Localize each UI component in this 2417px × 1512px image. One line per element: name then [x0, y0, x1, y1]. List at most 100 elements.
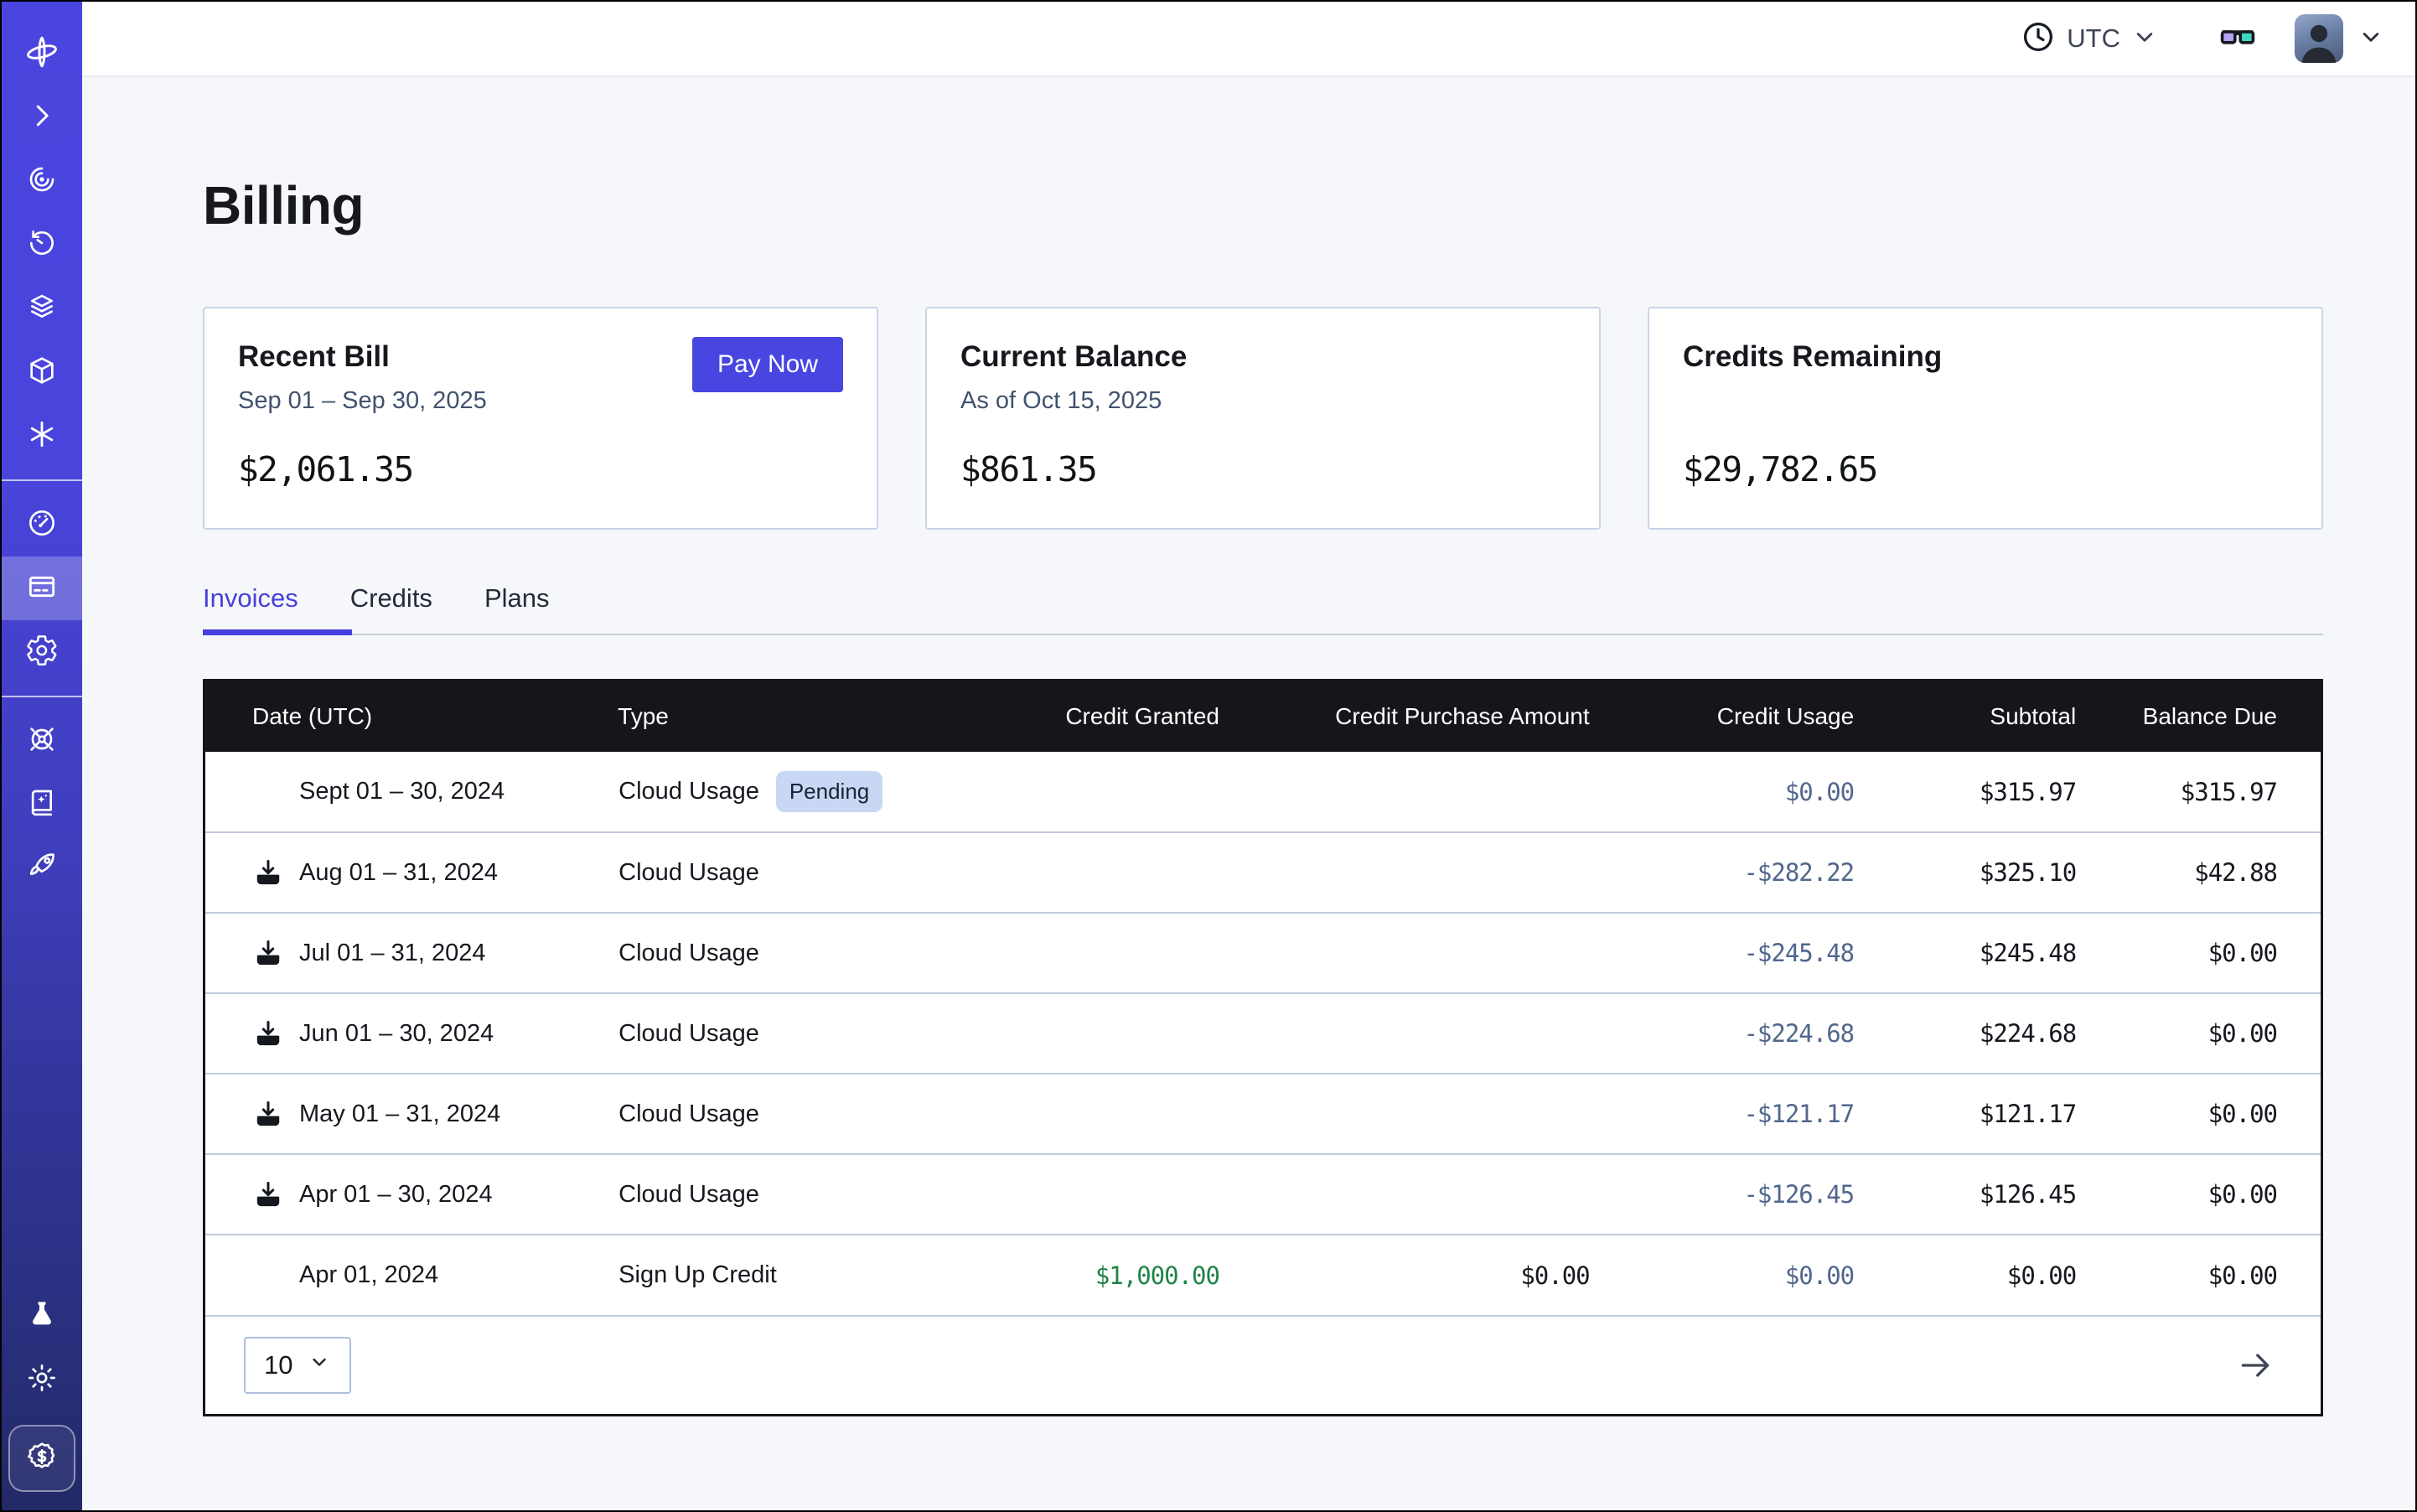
download-invoice-icon[interactable] — [252, 1178, 284, 1210]
sidebar-item-billing[interactable] — [2, 557, 82, 620]
usage-meter-icon — [25, 506, 59, 544]
tab-plans[interactable]: Plans — [484, 583, 550, 634]
logo-icon — [23, 34, 60, 75]
timezone-selector[interactable]: UTC — [2020, 18, 2159, 60]
sidebar-item-cube[interactable] — [2, 340, 82, 404]
credit-granted-cell — [988, 1154, 1263, 1235]
credit-purchase-cell — [1263, 913, 1633, 993]
sidebar-item-usage[interactable] — [2, 493, 82, 557]
invoice-period: May 01 – 31, 2024 — [299, 1100, 500, 1128]
reader-mode-button[interactable] — [2218, 17, 2258, 61]
recent-bill-card: Recent Bill Sep 01 – Sep 30, 2025 Pay No… — [203, 307, 878, 530]
tab-invoices[interactable]: Invoices — [203, 583, 298, 634]
invoice-type: Cloud Usage — [618, 940, 759, 966]
invoice-type: Cloud Usage — [618, 859, 759, 886]
invoice-row: May 01 – 31, 2024Cloud Usage-$121.17$121… — [205, 1074, 2321, 1154]
fleet-wheel-icon — [25, 722, 59, 760]
theme-sun-icon — [25, 1361, 59, 1399]
download-invoice-icon[interactable] — [252, 937, 284, 969]
table-footer: 10 — [205, 1315, 2321, 1414]
billing-page: UTC Billing Recent Bill Sep 0 — [0, 0, 2417, 1512]
status-badge: Pending — [776, 771, 882, 812]
sidebar-divider — [2, 479, 82, 481]
chevron-down-icon — [308, 1350, 331, 1380]
invoice-period: Jul 01 – 31, 2024 — [299, 940, 486, 967]
credit-usage-cell: $0.00 — [1633, 1235, 1898, 1315]
chevron-right-icon — [25, 99, 59, 137]
credit-usage-cell: -$282.22 — [1633, 832, 1898, 913]
invoice-row: Aug 01 – 31, 2024 Cloud Usage -$282.22$325… — [205, 832, 2321, 913]
pay-now-button[interactable]: Pay Now — [692, 337, 843, 392]
card-title: Recent Bill — [238, 340, 487, 374]
invoice-period: Jun 01 – 30, 2024 — [299, 1020, 494, 1048]
sidebar-divider — [2, 696, 82, 697]
credit-usage-cell: $0.00 — [1633, 752, 1898, 832]
card-subtitle: Sep 01 – Sep 30, 2025 — [238, 387, 487, 417]
sidebar-item-credits[interactable] — [8, 1425, 75, 1492]
account-menu-button[interactable] — [2357, 23, 2385, 55]
credit-purchase-cell — [1263, 1074, 1633, 1154]
credit-usage-cell: -$245.48 — [1633, 913, 1898, 993]
labs-flask-icon — [25, 1297, 59, 1335]
glasses-icon — [2218, 17, 2258, 61]
download-invoice-icon[interactable] — [252, 1017, 284, 1049]
sidebar-item-observability[interactable] — [2, 149, 82, 213]
summary-cards: Recent Bill Sep 01 – Sep 30, 2025 Pay No… — [203, 307, 2323, 530]
sidebar-item-getting-started[interactable] — [2, 836, 82, 900]
sidebar-item-docs[interactable] — [2, 773, 82, 836]
rocket-icon — [25, 850, 59, 888]
subtotal-cell: $126.45 — [1897, 1154, 2119, 1235]
invoice-period: Sept 01 – 30, 2024 — [299, 778, 505, 805]
invoice-type: Cloud Usage — [618, 1020, 759, 1047]
table-header-row: Date (UTC) Type Credit Granted Credit Pu… — [205, 681, 2321, 752]
column-header-credit-granted: Credit Granted — [988, 681, 1263, 752]
sidebar-item-asterisk[interactable] — [2, 404, 82, 468]
download-invoice-icon[interactable] — [252, 857, 284, 888]
credit-purchase-cell — [1263, 1154, 1633, 1235]
next-page-button[interactable] — [2237, 1347, 2274, 1384]
column-header-balance-due: Balance Due — [2119, 681, 2321, 752]
invoice-type: Sign Up Credit — [618, 1261, 777, 1288]
tab-credits[interactable]: Credits — [350, 583, 432, 634]
sidebar-item-history[interactable] — [2, 213, 82, 277]
invoice-row: Jun 01 – 30, 2024Cloud Usage-$224.68$224… — [205, 993, 2321, 1074]
icon-spacer — [252, 776, 284, 808]
subtotal-cell: $325.10 — [1897, 832, 2119, 913]
sidebar-item-theme-toggle[interactable] — [2, 1348, 82, 1411]
credit-granted-cell — [988, 1074, 1263, 1154]
user-avatar[interactable] — [2295, 14, 2343, 63]
column-header-type: Type — [618, 681, 988, 752]
observability-icon — [25, 163, 59, 200]
invoice-type: Cloud Usage — [618, 778, 759, 805]
page-size-select[interactable]: 10 — [244, 1337, 351, 1394]
sidebar-item-expand[interactable] — [2, 85, 82, 149]
invoice-table-body: Sept 01 – 30, 2024 Cloud Usage Pending $0.0… — [205, 752, 2321, 1315]
previous-page-button[interactable] — [2145, 1347, 2182, 1384]
sidebar-item-settings[interactable] — [2, 620, 82, 684]
credit-purchase-cell — [1263, 993, 1633, 1074]
credit-granted-cell: $1,000.00 — [988, 1235, 1263, 1315]
sidebar-item-layers[interactable] — [2, 277, 82, 340]
page-title: Billing — [203, 174, 2323, 236]
page-size-value: 10 — [264, 1350, 292, 1380]
docs-book-icon — [25, 786, 59, 824]
subtotal-cell: $224.68 — [1897, 993, 2119, 1074]
chevron-down-icon — [2357, 23, 2385, 55]
credit-usage-cell: -$121.17 — [1633, 1074, 1898, 1154]
invoice-period: Aug 01 – 31, 2024 — [299, 859, 498, 887]
invoice-type: Cloud Usage — [618, 1181, 759, 1208]
sidebar-item-fleet[interactable] — [2, 709, 82, 773]
sidebar-item-labs[interactable] — [2, 1284, 82, 1348]
credit-granted-cell — [988, 832, 1263, 913]
balance-due-cell: $315.97 — [2119, 752, 2321, 832]
settings-gear-icon — [25, 634, 59, 671]
credits-dollar-badge-icon — [24, 1439, 60, 1478]
invoice-row: Jul 01 – 31, 2024Cloud Usage-$245.48$245… — [205, 913, 2321, 993]
credit-purchase-cell: $0.00 — [1263, 1235, 1633, 1315]
credit-purchase-cell — [1263, 752, 1633, 832]
balance-due-cell: $0.00 — [2119, 1074, 2321, 1154]
invoice-row: Sept 01 – 30, 2024 Cloud Usage Pending $0.0… — [205, 752, 2321, 832]
download-invoice-icon[interactable] — [252, 1098, 284, 1130]
invoice-row: Apr 01 – 30, 2024Cloud Usage-$126.45$126… — [205, 1154, 2321, 1235]
app-logo[interactable] — [2, 22, 82, 85]
